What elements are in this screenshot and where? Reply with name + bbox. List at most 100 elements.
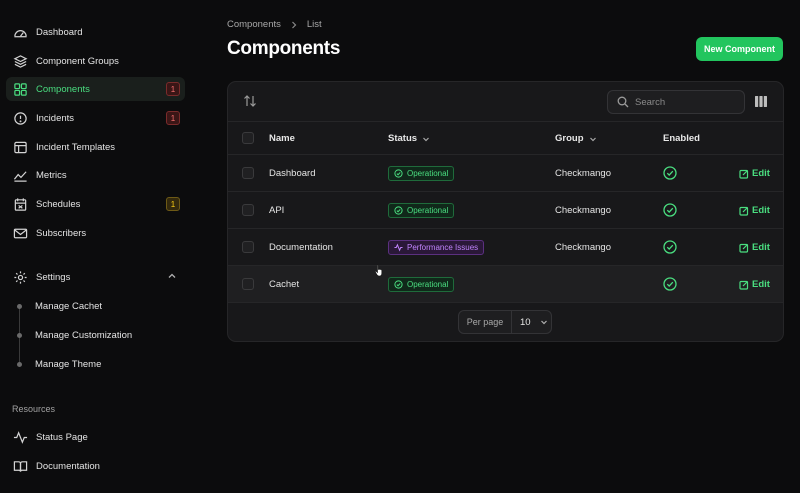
sidebar-item-label: Component Groups: [36, 55, 119, 67]
sidebar-subitem-manage-customization[interactable]: Manage Customization: [35, 330, 132, 341]
sidebar-item-metrics[interactable]: Metrics: [6, 163, 185, 187]
gauge-icon: [12, 24, 28, 40]
breadcrumb: Components List: [227, 19, 322, 30]
row-checkbox[interactable]: [242, 278, 254, 290]
component-name: API: [269, 205, 285, 216]
layout-icon: [12, 139, 28, 155]
status-badge: Operational: [388, 166, 455, 181]
chevron-down-icon: [423, 137, 429, 141]
row-checkbox[interactable]: [242, 167, 254, 179]
sidebar-item-components[interactable]: Components 1: [6, 77, 185, 101]
status-badge: Operational: [388, 203, 455, 218]
sidebar-item-label: Documentation: [36, 460, 100, 472]
count-badge: 1: [166, 111, 180, 125]
sidebar-group-label: Settings: [36, 271, 71, 283]
component-group: Checkmango: [555, 168, 611, 179]
hand-cursor-icon: [374, 264, 383, 277]
sidebar-item-status-page[interactable]: Status Page: [6, 425, 185, 449]
count-badge: 1: [166, 197, 180, 211]
search-icon: [617, 96, 629, 108]
per-page-label: Per page: [459, 311, 512, 333]
check-circle-icon: [394, 280, 403, 289]
new-component-button[interactable]: New Component: [696, 37, 783, 61]
sidebar-subitem-manage-cachet[interactable]: Manage Cachet: [35, 301, 102, 312]
stack-icon: [12, 53, 28, 69]
sidebar-item-label: Schedules: [36, 198, 81, 210]
submenu-dot: [17, 362, 22, 367]
table-row[interactable]: API Operational Checkmango Edit: [228, 192, 783, 229]
column-header-group[interactable]: Group: [555, 133, 597, 144]
components-table-card: Name Status Group Enabled Dashboard Oper…: [227, 81, 784, 342]
sidebar-item-label: Dashboard: [36, 26, 83, 38]
edit-button[interactable]: Edit: [739, 168, 770, 179]
column-header-name[interactable]: Name: [269, 133, 295, 144]
pulse-icon: [12, 429, 28, 445]
column-header-enabled: Enabled: [663, 133, 700, 144]
sidebar-item-dashboard[interactable]: Dashboard: [6, 20, 185, 44]
submenu-dot: [17, 333, 22, 338]
per-page-value[interactable]: 10: [512, 311, 551, 333]
edit-icon: [739, 169, 749, 179]
count-badge: 1: [166, 82, 180, 96]
sort-icon[interactable]: [243, 94, 257, 108]
envelope-icon: [12, 225, 28, 241]
sidebar-item-label: Incident Templates: [36, 141, 116, 153]
table-row[interactable]: Documentation Performance Issues Checkma…: [228, 229, 783, 266]
edit-icon: [739, 206, 749, 216]
sidebar-item-incidents[interactable]: Incidents 1: [6, 106, 185, 130]
edit-button[interactable]: Edit: [739, 205, 770, 216]
search-field[interactable]: [607, 90, 745, 114]
alert-circle-icon: [12, 110, 28, 126]
edit-button[interactable]: Edit: [739, 242, 770, 253]
page-title: Components: [227, 38, 341, 59]
check-circle-icon: [394, 169, 403, 178]
table-row[interactable]: Cachet Operational Edit: [228, 266, 783, 303]
chevron-right-icon: [291, 21, 297, 28]
row-checkbox[interactable]: [242, 241, 254, 253]
table-toolbar: [228, 82, 783, 122]
calendar-icon: [12, 196, 28, 212]
select-all-checkbox[interactable]: [242, 132, 254, 144]
component-name: Dashboard: [269, 168, 316, 179]
search-input[interactable]: [635, 96, 735, 108]
edit-icon: [739, 280, 749, 290]
sidebar-item-label: Status Page: [36, 431, 88, 443]
sidebar-subitem-manage-theme[interactable]: Manage Theme: [35, 359, 101, 370]
status-badge: Performance Issues: [388, 240, 485, 255]
column-header-status[interactable]: Status: [388, 133, 430, 144]
enabled-check-icon: [663, 277, 677, 291]
sidebar-item-documentation[interactable]: Documentation: [6, 454, 185, 478]
breadcrumb-list: List: [306, 19, 322, 30]
columns-icon[interactable]: [755, 96, 767, 107]
sidebar-item-label: Metrics: [36, 169, 67, 181]
resources-section-label: Resources: [12, 404, 56, 414]
component-name: Documentation: [269, 242, 333, 253]
pulse-icon: [394, 243, 403, 252]
breadcrumb-components[interactable]: Components: [227, 19, 281, 30]
sidebar-item-component-groups[interactable]: Component Groups: [6, 49, 185, 73]
grid-icon: [12, 81, 28, 97]
row-checkbox[interactable]: [242, 204, 254, 216]
sidebar-item-label: Components: [36, 83, 90, 95]
check-circle-icon: [394, 206, 403, 215]
chevron-down-icon: [589, 137, 596, 141]
trend-icon: [12, 167, 28, 183]
chevron-up-icon[interactable]: [167, 271, 177, 281]
sidebar-item-schedules[interactable]: Schedules 1: [6, 192, 185, 216]
sidebar-group-settings[interactable]: Settings: [6, 265, 185, 289]
status-badge: Operational: [388, 277, 455, 292]
sidebar-item-label: Incidents: [36, 112, 75, 124]
enabled-check-icon: [663, 166, 677, 180]
sidebar-item-incident-templates[interactable]: Incident Templates: [6, 135, 185, 159]
book-icon: [12, 458, 28, 474]
table-header: Name Status Group Enabled: [228, 122, 783, 155]
gear-icon: [12, 269, 28, 285]
table-row[interactable]: Dashboard Operational Checkmango Edit: [228, 155, 783, 192]
edit-button[interactable]: Edit: [739, 279, 770, 290]
component-group: Checkmango: [555, 242, 611, 253]
sidebar-item-label: Subscribers: [36, 227, 87, 239]
sidebar-item-subscribers[interactable]: Subscribers: [6, 221, 185, 245]
per-page-select[interactable]: Per page 10: [458, 310, 552, 334]
enabled-check-icon: [663, 240, 677, 254]
edit-icon: [739, 243, 749, 253]
